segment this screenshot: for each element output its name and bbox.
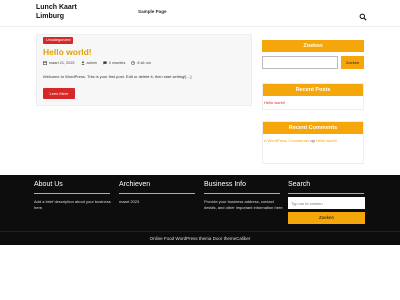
footer-business: Business Info Provide your business addr… [204,181,284,211]
post-read-time-text: 8 s6 um [137,61,151,65]
footer-about-text: Add a brief description about your busin… [34,199,111,210]
footer-divider [0,231,400,232]
comment-icon [103,61,107,65]
footer-archive-title: Archieven [119,181,151,188]
footer-archive: Archieven maart 2023 [119,181,199,204]
footer-search-title: Search [288,181,311,188]
read-more-button[interactable]: Lees Meer [43,88,75,99]
footer-archive-underline [119,193,195,194]
post-author-text[interactable]: admin [87,61,97,65]
site-title-line-1[interactable]: Lunch Kaart [36,3,96,12]
user-icon [80,61,85,65]
recent-comments-title: Recent Comments [263,122,363,134]
footer-search: Search [288,181,368,194]
clock-icon [131,61,136,65]
footer-about-underline [34,193,110,194]
footer-business-underline [204,193,280,194]
post-meta: maart 21, 2023 admin 0 reacties 8 s6 um [43,61,151,65]
sidebar-search-input[interactable] [262,56,338,69]
site-title-line-2[interactable]: Limburg [36,12,96,21]
post-comments-text[interactable]: 0 reacties [109,61,125,65]
post-excerpt: Welcome to WordPress. This is your first… [43,74,192,79]
sidebar-search-title: Zoeken [262,40,364,52]
post-date[interactable]: maart 21, 2023 [43,61,75,65]
post-comments[interactable]: 0 reacties [103,61,125,65]
recent-comment-item: A WordPress Commenter op Hello world! [264,138,362,143]
sidebar-search-widget: Zoeken Zoeken [262,40,364,72]
recent-comments-widget: Recent Comments A WordPress Commenter op… [262,121,364,164]
post-author[interactable]: admin [80,61,97,65]
recent-posts-title: Recent Posts [263,84,363,96]
footer-about: About Us Add a brief description about y… [34,181,114,211]
page-bottom [0,245,400,300]
site-title[interactable]: Lunch Kaart Limburg [36,3,96,21]
calendar-icon [43,61,47,65]
comment-author-link[interactable]: A WordPress Commenter [264,138,309,143]
header-divider [0,26,400,27]
footer-search-underline [288,193,364,194]
search-icon[interactable] [359,8,367,21]
footer-search-input[interactable] [288,197,365,209]
recent-post-link[interactable]: Hello world! [264,100,362,105]
nav-item-sample-page[interactable]: Sample Page [138,9,167,14]
footer-about-title: About Us [34,181,63,188]
post-date-text[interactable]: maart 21, 2023 [49,61,75,65]
footer-credit[interactable]: Online Food WordPress thema Door themeCa… [0,236,400,241]
footer-business-title: Business Info [204,181,247,188]
recent-posts-widget: Recent Posts Hello world! [262,83,364,110]
comment-connector: op [310,138,315,143]
footer-search-button[interactable]: Zoeken [288,212,365,224]
post-read-time: 8 s6 um [131,61,151,65]
post-card: Uncategorized Hello world! maart 21, 202… [36,34,252,106]
footer-business-text: Provide your business address, contact d… [204,199,284,210]
comment-post-link[interactable]: Hello world! [316,138,337,143]
post-title[interactable]: Hello world! [43,47,92,57]
category-badge[interactable]: Uncategorized [43,37,74,44]
sidebar-search-button[interactable]: Zoeken [341,56,364,69]
site-header: Lunch Kaart Limburg Sample Page [0,0,400,26]
footer-archive-link[interactable]: maart 2023 [119,199,199,204]
